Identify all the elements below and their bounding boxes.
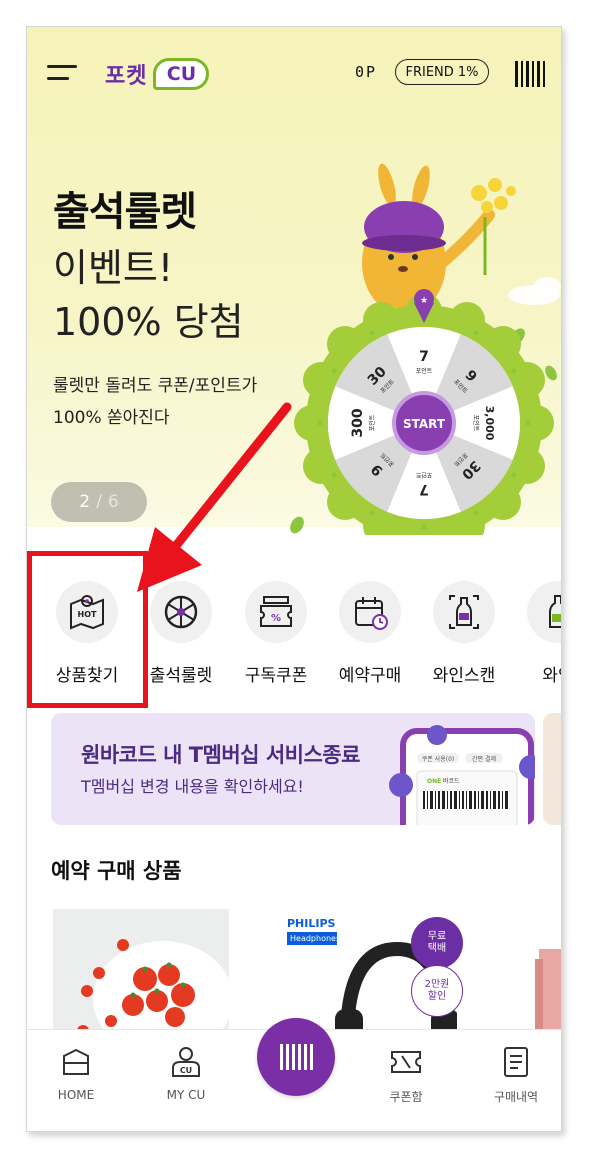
quick-menu-label: 구독쿠폰 <box>244 666 308 686</box>
receipt-icon <box>504 1047 528 1077</box>
roulette-segment-value: 7 <box>419 481 429 497</box>
quick-menu-label: 와인스캔 <box>432 666 496 686</box>
quick-menu-wine[interactable]: 와인 <box>512 581 561 701</box>
svg-text:ONE: ONE <box>427 778 441 785</box>
membership-grade-badge[interactable]: FRIEND 1% <box>395 59 489 85</box>
nav-barcode-button[interactable] <box>257 1018 335 1096</box>
nav-label: 구매내역 <box>493 1090 539 1104</box>
points-balance[interactable]: 0P <box>355 63 377 81</box>
coupon-box-icon <box>391 1051 421 1073</box>
phone-illustration: 쿠폰 사용(0) 간편 결제 ONE 바코드 <box>389 725 535 825</box>
home-icon <box>63 1048 89 1075</box>
bottom-navigation: HOME CU MY CU 쿠폰함 구매내역 <box>27 1018 561 1131</box>
product-card-tomato[interactable] <box>53 909 229 1039</box>
section-title: 예약 구매 상품 <box>51 859 182 883</box>
roulette-segment-unit: 포인트 <box>416 368 433 375</box>
app-logo[interactable]: 포켓 CU <box>105 57 210 91</box>
next-banner-preview[interactable] <box>543 713 561 825</box>
banner-subtitle: T멤버십 변경 내용을 확인하세요! <box>81 777 304 796</box>
svg-text:쿠폰 사용(0): 쿠폰 사용(0) <box>422 755 455 763</box>
discount-badge: 2만원 할인 <box>411 965 463 1017</box>
page-current: 2 <box>79 492 91 512</box>
hero-title: 출석룰렛 <box>53 189 197 235</box>
banner-title: 원바코드 내 T멤버십 서비스종료 <box>81 743 360 767</box>
roulette-start-label: START <box>403 417 446 431</box>
calendar-clock-icon <box>339 581 401 643</box>
tomato-image <box>53 909 229 1039</box>
roulette-segment-value: 7 <box>419 349 429 365</box>
quick-menu-label: 출석룰렛 <box>149 666 213 686</box>
user-icon: CU <box>172 1047 200 1077</box>
quick-menu-label: 와인 <box>542 666 561 686</box>
brand-name: PHILIPS <box>287 917 336 930</box>
svg-text:간편 결제: 간편 결제 <box>472 755 496 763</box>
hero-subtitle-2: 100% 당첨 <box>53 300 244 344</box>
quick-menu-label: 예약구매 <box>338 666 402 686</box>
roulette-segment-unit: 포인트 <box>415 471 432 478</box>
wine-scan-icon <box>433 581 495 643</box>
top-header: 포켓 CU 0P FRIEND 1% <box>27 57 561 91</box>
phone-screen: 포켓 CU 0P FRIEND 1% 출석룰렛 이벤트! 100% 당첨 룰렛만… <box>26 26 562 1132</box>
svg-text:바코드: 바코드 <box>443 777 460 785</box>
roulette-segment-value: 300 <box>350 408 366 437</box>
roulette-illustration: 7포인트 9포인트3,000포인트30포인트7포인트9포인트300 포인트30포인트… <box>290 163 561 535</box>
nav-coupon-box[interactable]: 쿠폰함 <box>361 1040 451 1120</box>
menu-icon[interactable] <box>47 63 81 85</box>
mascot-illustration <box>362 163 516 315</box>
nav-my-cu[interactable]: CU MY CU <box>141 1040 231 1120</box>
red-arrow-annotation <box>137 402 292 592</box>
product-card-partial[interactable] <box>535 909 561 1039</box>
svg-text:%: % <box>271 613 281 624</box>
cu-logo-badge: CU <box>153 58 210 90</box>
app-name: 포켓 <box>105 64 148 89</box>
nav-label: HOME <box>57 1088 95 1102</box>
roulette-segment-value: 3,000 <box>483 406 496 441</box>
svg-text:CU: CU <box>180 1066 192 1075</box>
quick-menu-wine-scan[interactable]: 와인스캔 <box>418 581 510 701</box>
hero-subtitle-1: 이벤트! <box>53 246 174 290</box>
promo-banner[interactable]: 원바코드 내 T멤버십 서비스종료 T멤버십 변경 내용을 확인하세요! 쿠폰 … <box>51 713 535 825</box>
nav-label: MY CU <box>166 1088 206 1102</box>
roulette-segment-unit: 포인트 <box>369 414 376 431</box>
roulette-segment-unit: 포인트 <box>472 415 479 432</box>
nav-home[interactable]: HOME <box>31 1040 121 1120</box>
wine-bottle-icon <box>527 581 561 643</box>
page-separator: / <box>96 492 102 512</box>
screenshot-frame: 포켓 CU 0P FRIEND 1% 출석룰렛 이벤트! 100% 당첨 룰렛만… <box>0 0 592 1152</box>
quick-menu-reservation[interactable]: 예약구매 <box>324 581 416 701</box>
barcode-icon[interactable] <box>515 61 545 87</box>
svg-text:★: ★ <box>420 296 428 306</box>
free-shipping-badge: 무료 택배 <box>411 917 463 969</box>
nav-purchase-history[interactable]: 구매내역 <box>471 1040 561 1120</box>
nav-label: 쿠폰함 <box>389 1090 423 1104</box>
